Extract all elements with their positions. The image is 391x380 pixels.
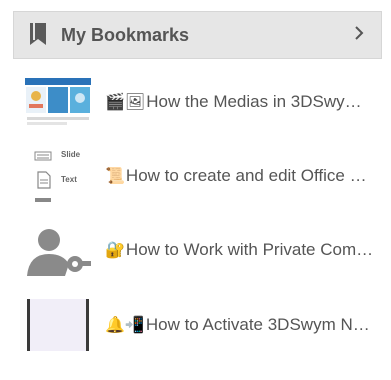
bookmark-item[interactable]: 🔐 How to Work with Private Communities	[25, 224, 380, 280]
user-key-thumbnail	[25, 224, 91, 276]
bookmark-icon	[30, 23, 46, 45]
bookmark-item[interactable]: 🔔📲 How to Activate 3DSwym Notifications	[25, 299, 380, 355]
media-thumbnail	[25, 76, 91, 128]
header-title: My Bookmarks	[61, 25, 190, 45]
phone-thumbnail	[25, 299, 91, 351]
bookmark-title[interactable]: How to create and edit Office documents	[126, 166, 375, 186]
chevron-right-icon[interactable]	[354, 25, 364, 41]
bookmarks-header[interactable]: My Bookmarks	[13, 11, 382, 59]
bookmark-title[interactable]: How to Work with Private Communities	[126, 240, 375, 260]
document-thumbnail: Slide Text	[25, 150, 91, 202]
bell-phone-emoji-icon: 🔔📲	[105, 315, 145, 334]
media-emoji-icon: 🎬🖼	[105, 92, 146, 111]
bookmark-item[interactable]: 🎬🖼 How the Medias in 3DSwym work	[25, 76, 380, 132]
thumb-label-text: Text	[61, 175, 77, 184]
scroll-emoji-icon: 📜	[105, 166, 125, 185]
lock-emoji-icon: 🔐	[105, 240, 125, 259]
thumb-label-slide: Slide	[61, 150, 81, 159]
bookmark-item[interactable]: Slide Text 📜 How to create and edit Offi…	[25, 150, 380, 206]
bookmark-title[interactable]: How the Medias in 3DSwym work	[146, 92, 375, 112]
bookmark-title[interactable]: How to Activate 3DSwym Notifications	[146, 315, 375, 335]
